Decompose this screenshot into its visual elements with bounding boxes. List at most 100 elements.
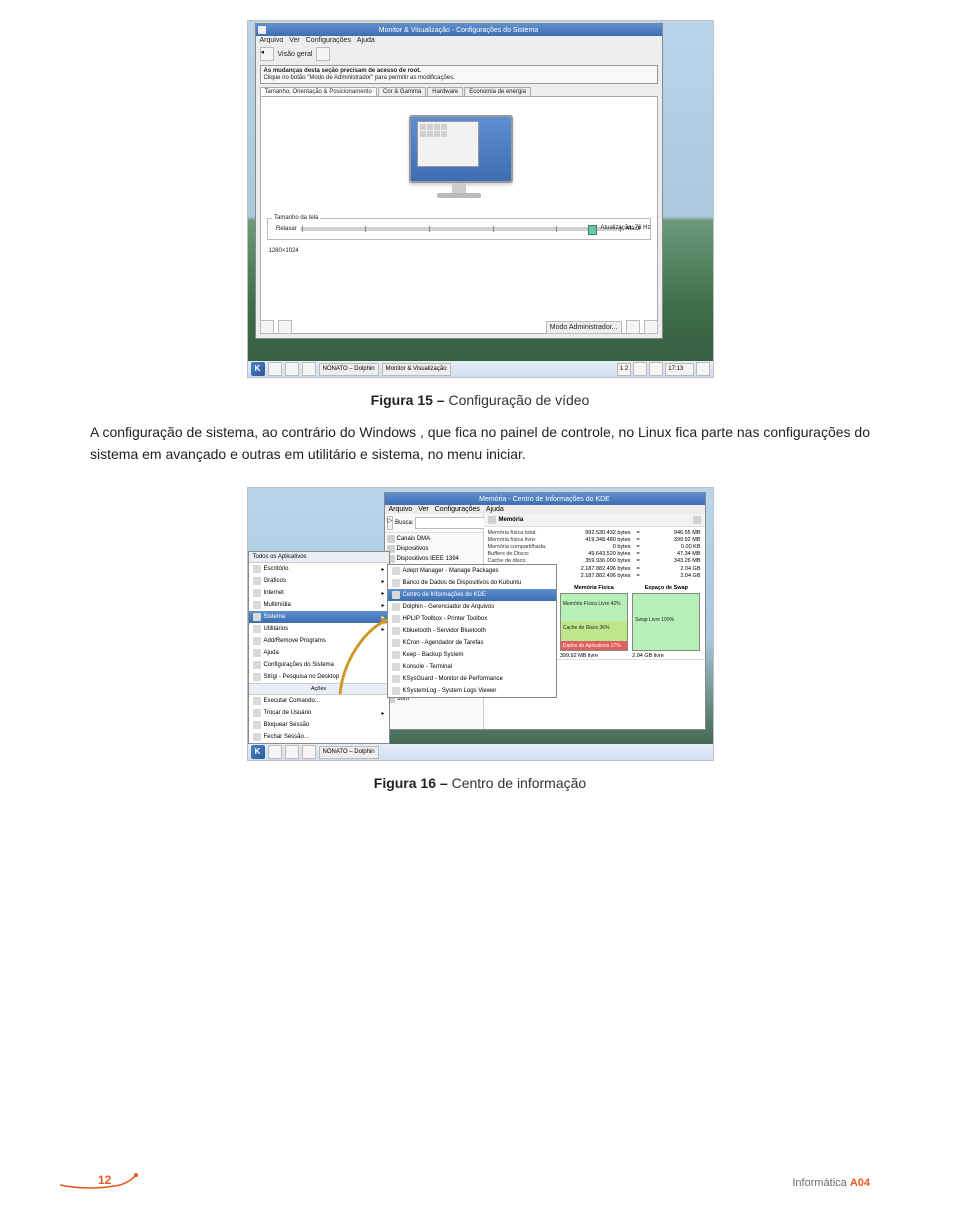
menu-item[interactable]: Ver (289, 37, 300, 44)
root-warning: As mudanças desta seção precisam de aces… (260, 65, 658, 84)
slider-thumb[interactable] (588, 225, 597, 235)
warning-line-1: As mudanças desta seção precisam de aces… (264, 68, 421, 74)
cache-segment: Cache de Disco 36% (561, 621, 627, 641)
menu-item[interactable]: Escritório▸ (249, 563, 389, 575)
tab-hardware[interactable]: Hardware (427, 87, 463, 96)
menu-item-sistema[interactable]: Sistema▸ (249, 611, 389, 623)
submenu-item[interactable]: Banco de Dados de Dispositivos do Kubunt… (388, 577, 556, 589)
caption-text: Configuração de vídeo (445, 392, 590, 408)
dialog-buttons: Modo Administrador... (260, 320, 658, 334)
menu-item[interactable]: Configurações (306, 37, 351, 44)
trash-icon[interactable] (696, 362, 710, 376)
tabs: Tamanho, Orientação & Posicionamento Cor… (260, 87, 658, 96)
quicklaunch-icon[interactable] (285, 362, 299, 376)
menu-item[interactable]: Add/Remove Programs (249, 635, 389, 647)
menu-item[interactable]: Arquivo (260, 37, 284, 44)
page-number: 12 (98, 1173, 111, 1187)
window-titlebar[interactable]: Memória - Centro de Informações do KDE (385, 493, 705, 505)
mem-mb: 946.55 MB (660, 530, 701, 536)
caption-bold: Figura 16 – (374, 775, 448, 791)
menu-item[interactable]: Configurações do Sistema (249, 659, 389, 671)
clock[interactable]: 17:13 12.8.2008 (665, 363, 693, 376)
sidebar-item[interactable]: Dispositivos IEEE 1394 (385, 554, 483, 564)
tray-icon[interactable] (649, 362, 663, 376)
window-titlebar[interactable]: Monitor & Visualização - Configurações d… (256, 24, 662, 36)
menu-item[interactable]: Ajuda (357, 37, 375, 44)
mem-label: Memória física total: (488, 530, 561, 536)
submenu-item-info-center[interactable]: Centro de Informações do KDE (388, 589, 556, 601)
admin-mode-button[interactable]: Modo Administrador... (546, 321, 622, 334)
menu-item[interactable]: Gráficos▸ (249, 575, 389, 587)
overview-label[interactable]: Visão geral (278, 51, 313, 58)
quicklaunch-icon[interactable] (302, 745, 316, 759)
app-icon (392, 603, 400, 611)
resolution-slider[interactable] (300, 227, 623, 231)
mem-label: Memória física livre: (488, 537, 561, 543)
submenu-item[interactable]: KSysGuard - Monitor de Performance (388, 673, 556, 685)
app-icon (392, 627, 400, 635)
display-settings-window: Monitor & Visualização - Configurações d… (255, 23, 663, 339)
menu-item[interactable]: Configurações (435, 506, 480, 513)
quicklaunch-icon[interactable] (285, 745, 299, 759)
menu-item[interactable]: Utilitários▸ (249, 623, 389, 635)
logout-icon (253, 733, 261, 741)
tab-color[interactable]: Cor & Gamma (378, 87, 426, 96)
taskbar-item[interactable]: Monitor & Visualização (382, 363, 451, 376)
mem-label: Memória compartilhada: (488, 544, 561, 550)
show-desktop-icon[interactable] (268, 362, 282, 376)
menu-bar: Arquivo Ver Configurações Ajuda (385, 505, 705, 514)
menu-item[interactable]: Executar Comando... (249, 695, 389, 707)
folder-icon (253, 625, 261, 633)
menu-bar: Arquivo Ver Configurações Ajuda (256, 36, 662, 45)
pager[interactable]: 1 2 (617, 363, 631, 376)
show-desktop-icon[interactable] (268, 745, 282, 759)
search-row: ▷ Busca: (385, 514, 483, 533)
tab-size[interactable]: Tamanho, Orientação & Posicionamento (260, 87, 377, 96)
submenu-item[interactable]: Konsole - Terminal (388, 661, 556, 673)
kmenu-icon[interactable] (251, 362, 265, 376)
config-icon[interactable] (316, 47, 330, 61)
submenu-item[interactable]: Keep - Backup System (388, 649, 556, 661)
app-icon (392, 615, 400, 623)
quicklaunch-icon[interactable] (302, 362, 316, 376)
search-icon (253, 673, 261, 681)
menu-item[interactable]: Ver (418, 506, 429, 513)
submenu-item[interactable]: Adept Manager - Manage Packages (388, 565, 556, 577)
menu-item[interactable]: Bloquear Sessão (249, 719, 389, 731)
kmenu-icon[interactable] (251, 745, 265, 759)
tray-icon[interactable] (633, 362, 647, 376)
menu-item[interactable]: Ajuda (249, 647, 389, 659)
sidebar-item[interactable]: Canais DMA (385, 534, 483, 544)
monitor-stand (452, 183, 466, 193)
submenu-item[interactable]: Kbluetooth - Servidor Bluetooth (388, 625, 556, 637)
submenu-item[interactable]: KCron - Agendador de Tarefas (388, 637, 556, 649)
reload-icon[interactable] (693, 516, 701, 524)
window-title: Memória - Centro de Informações do KDE (387, 496, 703, 503)
menu-item[interactable]: Arquivo (389, 506, 413, 513)
back-button[interactable]: ◂ (260, 47, 274, 61)
menu-item[interactable]: Fechar Sessão... (249, 731, 389, 743)
help-icon (253, 649, 261, 657)
apply-button[interactable] (626, 320, 640, 334)
menu-item[interactable]: Ajuda (486, 506, 504, 513)
help-button[interactable] (260, 320, 274, 334)
monitor-preview (409, 115, 509, 195)
settings-icon (253, 661, 261, 669)
menu-item[interactable]: Internet▸ (249, 587, 389, 599)
submenu-item[interactable]: Dolphin - Gerenciador de Arquivos (388, 601, 556, 613)
taskbar-item[interactable]: NONATO – Dolphin (319, 746, 379, 759)
menu-item[interactable]: Trocar de Usuário▸ (249, 707, 389, 719)
submenu-item[interactable]: HPLIP Toolbox - Printer Toolbox (388, 613, 556, 625)
clear-icon[interactable]: ▷ (387, 516, 394, 530)
reset-button[interactable] (644, 320, 658, 334)
warning-line-2: Clique no botão "Modo de Administrador" … (264, 75, 654, 82)
defaults-button[interactable] (278, 320, 292, 334)
submenu-item[interactable]: KSystemLog - System Logs Viewer (388, 685, 556, 697)
menu-item[interactable]: Multimídia▸ (249, 599, 389, 611)
taskbar-item[interactable]: NONATO – Dolphin (319, 363, 379, 376)
figure-2-caption: Figura 16 – Centro de informação (90, 775, 870, 791)
sidebar-item[interactable]: Dispositivos (385, 544, 483, 554)
tab-power[interactable]: Economia de energia (464, 87, 531, 96)
actions-separator: Ações (249, 683, 389, 695)
menu-item[interactable]: Strigi - Pesquisa no Desktop (249, 671, 389, 683)
